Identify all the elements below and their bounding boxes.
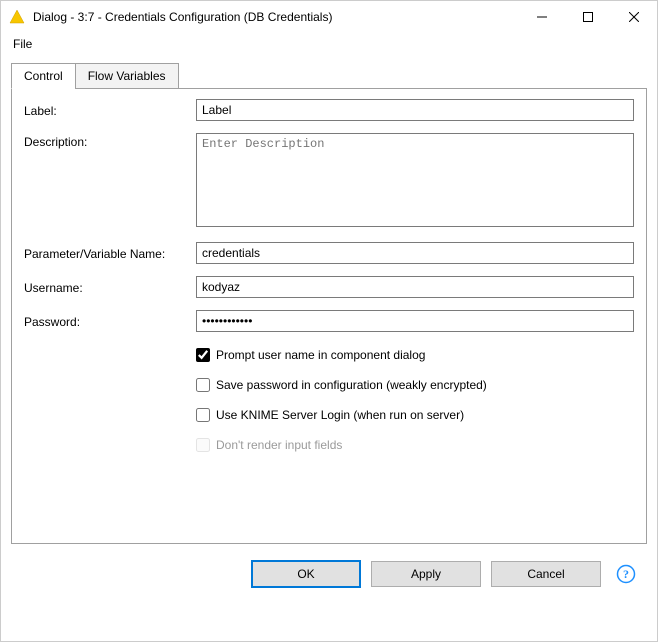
- tab-panel-control: Label: Description: Parameter/Variable N…: [11, 88, 647, 544]
- username-label: Username:: [24, 279, 196, 295]
- menu-bar: File: [1, 33, 657, 57]
- checkbox-prompt-username-box[interactable]: [196, 348, 210, 362]
- menu-file[interactable]: File: [7, 35, 38, 53]
- checkbox-server-login-box[interactable]: [196, 408, 210, 422]
- cancel-button[interactable]: Cancel: [491, 561, 601, 587]
- button-bar: OK Apply Cancel ?: [11, 544, 647, 588]
- param-input[interactable]: [196, 242, 634, 264]
- param-label: Parameter/Variable Name:: [24, 245, 196, 261]
- checkbox-no-render-label: Don't render input fields: [216, 438, 342, 452]
- checkbox-save-password[interactable]: Save password in configuration (weakly e…: [196, 378, 634, 392]
- description-textarea[interactable]: [196, 133, 634, 227]
- checkbox-prompt-username-label: Prompt user name in component dialog: [216, 348, 425, 362]
- checkbox-no-render: Don't render input fields: [196, 438, 634, 452]
- app-icon: [9, 9, 25, 25]
- tab-control[interactable]: Control: [11, 63, 76, 89]
- dialog-window: Dialog - 3:7 - Credentials Configuration…: [0, 0, 658, 642]
- window-controls: [519, 1, 657, 33]
- password-label: Password:: [24, 313, 196, 329]
- minimize-button[interactable]: [519, 1, 565, 33]
- label-input[interactable]: [196, 99, 634, 121]
- checkbox-server-login-label: Use KNIME Server Login (when run on serv…: [216, 408, 464, 422]
- label-label: Label:: [24, 102, 196, 118]
- description-label: Description:: [24, 133, 196, 149]
- ok-button[interactable]: OK: [251, 560, 361, 588]
- maximize-button[interactable]: [565, 1, 611, 33]
- close-button[interactable]: [611, 1, 657, 33]
- help-icon[interactable]: ?: [615, 563, 637, 585]
- tab-strip: Control Flow Variables: [11, 63, 647, 89]
- svg-text:?: ?: [623, 567, 629, 581]
- apply-button[interactable]: Apply: [371, 561, 481, 587]
- checkbox-prompt-username[interactable]: Prompt user name in component dialog: [196, 348, 634, 362]
- checkbox-save-password-box[interactable]: [196, 378, 210, 392]
- checkbox-server-login[interactable]: Use KNIME Server Login (when run on serv…: [196, 408, 634, 422]
- client-area: Control Flow Variables Label: Descriptio…: [1, 57, 657, 641]
- title-bar: Dialog - 3:7 - Credentials Configuration…: [1, 1, 657, 33]
- window-title: Dialog - 3:7 - Credentials Configuration…: [33, 10, 519, 24]
- username-input[interactable]: [196, 276, 634, 298]
- tab-flow-variables[interactable]: Flow Variables: [75, 63, 179, 89]
- checkbox-save-password-label: Save password in configuration (weakly e…: [216, 378, 487, 392]
- password-input[interactable]: [196, 310, 634, 332]
- checkbox-no-render-box: [196, 438, 210, 452]
